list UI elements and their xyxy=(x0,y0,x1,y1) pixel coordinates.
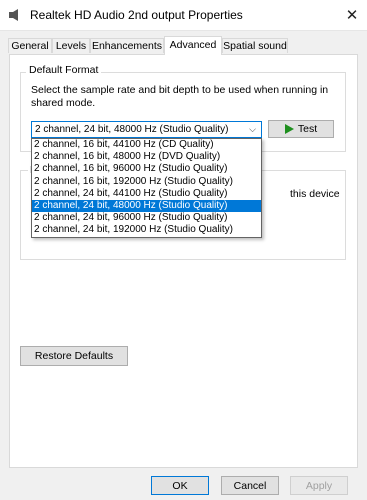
tab-enhancements[interactable]: Enhancements xyxy=(90,38,164,53)
exclusive-mode-text: this device xyxy=(290,188,340,200)
format-dropdown-list: 2 channel, 16 bit, 44100 Hz (CD Quality)… xyxy=(31,138,262,238)
format-option-highlighted[interactable]: 2 channel, 24 bit, 48000 Hz (Studio Qual… xyxy=(32,199,261,213)
close-icon: ✕ xyxy=(345,7,359,24)
format-option[interactable]: 2 channel, 16 bit, 192000 Hz (Studio Qua… xyxy=(32,176,261,188)
format-option[interactable]: 2 channel, 24 bit, 192000 Hz (Studio Qua… xyxy=(32,224,261,236)
ok-button[interactable]: OK xyxy=(151,476,209,495)
close-button[interactable]: ✕ xyxy=(337,0,367,30)
default-format-description: Select the sample rate and bit depth to … xyxy=(31,84,329,109)
window-title: Realtek HD Audio 2nd output Properties xyxy=(30,8,243,22)
format-option[interactable]: 2 channel, 16 bit, 96000 Hz (Studio Qual… xyxy=(32,163,261,175)
apply-button[interactable]: Apply xyxy=(290,476,348,495)
format-select-value: 2 channel, 24 bit, 48000 Hz (Studio Qual… xyxy=(35,124,229,135)
default-format-legend: Default Format xyxy=(26,64,102,76)
format-select[interactable]: 2 channel, 24 bit, 48000 Hz (Studio Qual… xyxy=(31,121,262,138)
format-option[interactable]: 2 channel, 24 bit, 96000 Hz (Studio Qual… xyxy=(32,212,261,224)
tab-strip: General Levels Enhancements Advanced Spa… xyxy=(8,36,359,55)
test-button-label: Test xyxy=(297,123,318,135)
tab-levels[interactable]: Levels xyxy=(52,38,90,53)
title-bar: Realtek HD Audio 2nd output Properties ✕ xyxy=(0,0,367,31)
tab-advanced[interactable]: Advanced xyxy=(164,36,222,55)
chevron-down-icon: ⌵ xyxy=(249,124,256,134)
tab-spatial-sound[interactable]: Spatial sound xyxy=(222,38,288,53)
restore-defaults-button[interactable]: Restore Defaults xyxy=(20,346,128,366)
play-icon xyxy=(284,124,294,134)
format-option[interactable]: 2 channel, 16 bit, 44100 Hz (CD Quality) xyxy=(32,139,261,151)
format-option[interactable]: 2 channel, 24 bit, 44100 Hz (Studio Qual… xyxy=(32,188,261,200)
format-option[interactable]: 2 channel, 16 bit, 48000 Hz (DVD Quality… xyxy=(32,151,261,163)
speaker-icon xyxy=(9,9,18,21)
cancel-button[interactable]: Cancel xyxy=(221,476,279,495)
test-button[interactable]: Test xyxy=(268,120,334,138)
tab-general[interactable]: General xyxy=(8,38,52,53)
